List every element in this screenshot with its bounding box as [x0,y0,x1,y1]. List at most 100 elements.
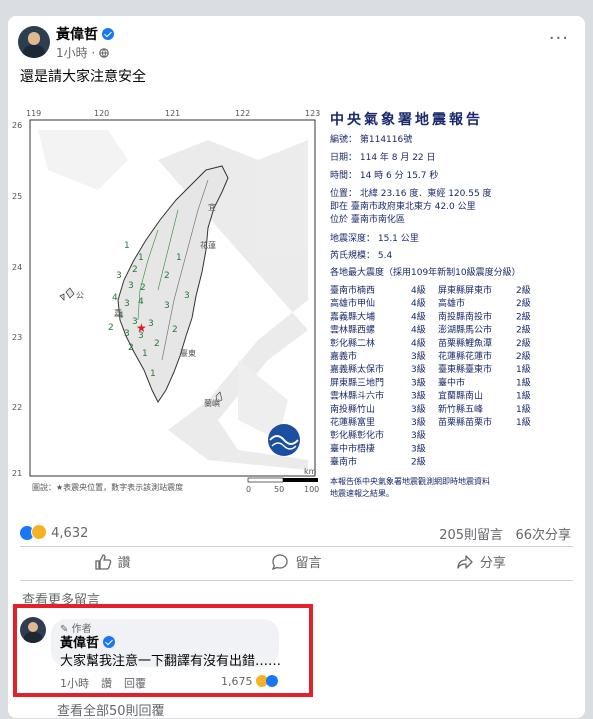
more-options-icon[interactable]: ··· [549,28,569,49]
report-footnote: 地震速報之結果。 [330,488,394,498]
epicenter-star-icon: ★ [136,321,147,335]
intensity-location: 臺中市梧棲 [330,442,375,454]
share-icon [457,555,473,569]
report-line: 即在 臺南市政府東北東方 42.0 公里 [330,200,476,212]
comment-like-button[interactable]: 讚 [101,677,112,690]
svg-text:3: 3 [124,329,130,339]
map-label: 嘉 [114,308,122,318]
intensity-level: 3級 [411,350,426,362]
map-label: 臺東 [180,348,196,358]
intensity-level: 4級 [411,324,426,336]
intensity-table: 臺南市楠西 4級高雄市甲仙 4級嘉義縣大埔 4級雲林縣西螺 4級彰化縣二林 4級嘉義市 3級… [330,284,531,468]
avatar[interactable] [18,26,50,58]
scale-tick: 50 [274,485,284,494]
lon-tick: 119 [26,109,41,118]
intensity-location: 南投縣竹山 [330,403,375,415]
intensity-level: 1級 [516,416,531,428]
lon-tick: 123 [305,109,320,118]
comment-author[interactable]: 黃偉哲 [60,632,116,651]
intensity-level: 2級 [516,350,531,362]
like-button[interactable]: 讚 [20,552,204,574]
intensity-level: 3級 [411,429,426,441]
scale-tick: 100 [304,485,319,494]
intensity-location: 嘉義市 [330,350,357,362]
svg-text:2: 2 [132,265,138,275]
intensity-level: 3級 [411,403,426,415]
svg-text:1: 1 [150,369,156,379]
longitude-tick-labels: 119 120 121 122 123 [26,109,320,118]
svg-text:4: 4 [138,297,144,307]
earthquake-report-image[interactable]: 119 120 121 122 123 26 25 24 23 22 21 11… [8,100,585,510]
report-line: 地震深度： 15.1 公里 [330,232,419,244]
see-all-replies-link[interactable]: 查看全部50則回覆 [57,700,165,719]
intensity-level: 1級 [516,376,531,388]
intensity-location: 高雄市 [438,297,465,309]
comment-time[interactable]: 1小時 [60,677,89,690]
post-actions: 讚 留言 分享 [20,552,573,574]
latitude-tick-labels: 26 25 24 23 22 21 [12,121,22,478]
map-label: 花蓮 [200,240,216,250]
intensity-level: 1級 [516,403,531,415]
lat-tick: 25 [12,192,22,201]
cwa-logo [268,424,300,456]
report-title: 中央氣象署地震報告 [330,111,483,128]
share-button[interactable]: 分享 [389,552,573,574]
svg-text:3: 3 [148,319,154,329]
verified-icon [102,28,114,40]
divider [20,580,573,581]
report-line: 各地最大震度（採用109年新制10級震度分級） [330,266,521,278]
report-line: 時間： 14 時 6 分 15.7 秒 [330,169,438,181]
like-reaction-icon [266,675,278,687]
report-line: 芮氏規模： 5.4 [330,249,392,261]
haha-reaction-icon [31,524,47,540]
comment-avatar[interactable] [20,617,46,643]
intensity-level: 2級 [516,284,531,296]
intensity-location: 彰化縣彰化市 [330,429,384,441]
svg-text:2: 2 [164,271,170,281]
intensity-location: 南投縣南投市 [438,310,492,322]
lon-tick: 122 [235,109,250,118]
post-text: 還是請大家注意安全 [20,69,146,85]
map-label: 公 [76,291,84,300]
svg-text:1: 1 [124,241,130,251]
post-stats: 205則留言 66次分享 [439,528,571,543]
svg-text:2: 2 [140,283,146,293]
svg-text:2: 2 [128,343,134,353]
intensity-level: 2級 [411,456,426,468]
report-line: 日期： 114 年 8 月 22 日 [330,151,436,163]
intensity-location: 雲林縣斗六市 [330,390,384,402]
comment-reactions[interactable]: 1,675 [221,675,278,688]
svg-text:3: 3 [128,281,134,291]
lat-tick: 21 [12,469,22,478]
intensity-location: 苗栗縣苗栗市 [438,416,492,428]
author-name[interactable]: 黃偉哲 [56,24,114,44]
intensity-location: 澎湖縣馬公市 [438,324,492,336]
intensity-location: 臺中市 [438,376,465,388]
intensity-level: 1級 [516,390,531,402]
post-meta: 1小時 · [56,44,109,61]
lon-tick: 120 [94,109,109,118]
intensity-level: 2級 [516,297,531,309]
intensity-level: 3級 [411,376,426,388]
svg-text:4: 4 [112,293,118,303]
svg-text:1: 1 [176,253,182,263]
intensity-level: 4級 [411,337,426,349]
map-legend: 圖說：★表震央位置，數字表示該測站震度 [32,482,183,492]
lat-tick: 23 [12,333,22,342]
intensity-level: 2級 [516,310,531,322]
divider [20,546,573,547]
comment-button[interactable]: 留言 [204,552,388,574]
svg-text:3: 3 [164,301,170,311]
comment-text: 大家幫我注意一下翻譯有沒有出錯…… [60,654,282,669]
svg-text:2: 2 [108,323,114,333]
map-label: 宜 [208,202,216,212]
svg-text:3: 3 [184,291,190,301]
svg-text:3: 3 [124,299,130,309]
comment-reply-button[interactable]: 回覆 [124,677,146,690]
intensity-level: 4級 [411,284,426,296]
scale-tick: 0 [246,485,251,494]
intensity-level: 3級 [411,363,426,375]
reaction-summary[interactable]: 4,632 [20,524,88,541]
intensity-level: 1級 [516,363,531,375]
intensity-level: 4級 [411,297,426,309]
